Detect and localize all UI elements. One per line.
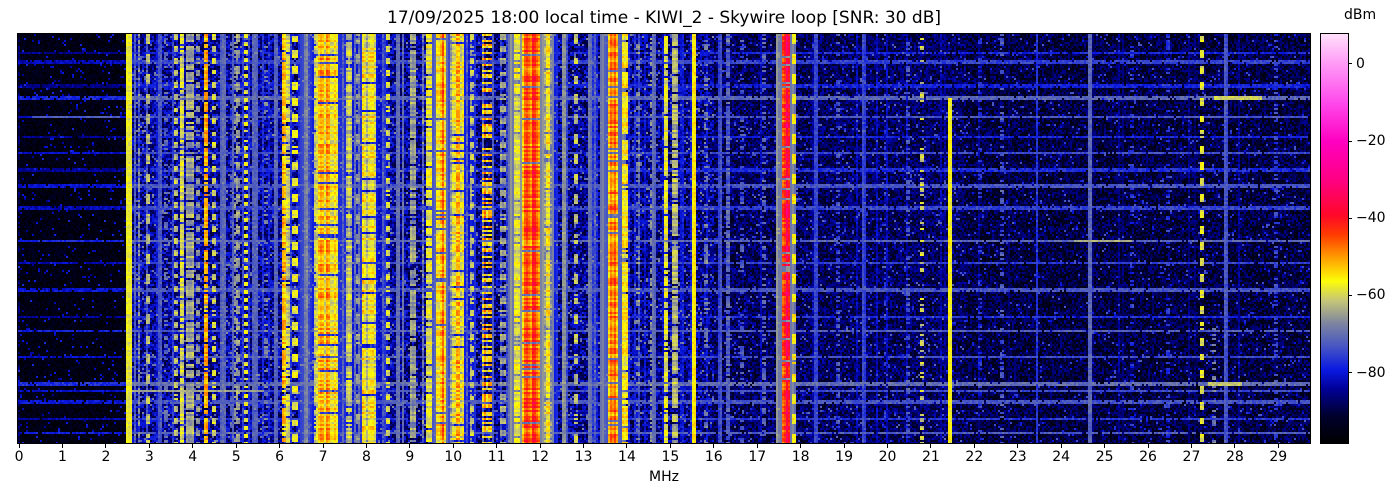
x-tick-mark — [973, 444, 975, 448]
x-tick-label: 19 — [835, 449, 853, 465]
chart-title: 17/09/2025 18:00 local time - KIWI_2 - S… — [387, 8, 941, 28]
x-tick-mark — [496, 444, 498, 448]
x-tick-mark — [148, 444, 150, 448]
x-tick-label: 12 — [531, 449, 550, 465]
x-tick-mark — [669, 444, 671, 448]
x-tick-mark — [1147, 444, 1149, 448]
x-tick-label: 3 — [144, 449, 154, 465]
x-tick-mark — [1060, 444, 1062, 448]
x-tick-mark — [192, 444, 194, 448]
x-tick-label: 15 — [661, 449, 680, 465]
x-tick-label: 17 — [748, 449, 767, 465]
colorbar-gradient — [1321, 34, 1348, 443]
x-tick-label: 11 — [487, 449, 506, 465]
spectrogram-canvas — [18, 34, 1310, 443]
colorbar-tick-mark — [1348, 294, 1352, 296]
x-tick-mark — [1017, 444, 1019, 448]
x-tick-mark — [1234, 444, 1236, 448]
x-tick-label: 18 — [791, 449, 810, 465]
x-tick-mark — [800, 444, 802, 448]
x-tick-mark — [409, 444, 411, 448]
x-tick-mark — [18, 444, 20, 448]
x-axis-label: MHz — [649, 469, 679, 485]
x-tick-mark — [713, 444, 715, 448]
x-tick-label: 1 — [58, 449, 67, 465]
colorbar-tick-mark — [1348, 217, 1352, 219]
x-tick-label: 24 — [1052, 449, 1071, 465]
x-tick-label: 16 — [704, 449, 723, 465]
x-tick-mark — [930, 444, 932, 448]
x-tick-mark — [1190, 444, 1192, 448]
x-tick-label: 23 — [1008, 449, 1027, 465]
x-tick-label: 13 — [574, 449, 593, 465]
spectrogram-figure: 17/09/2025 18:00 local time - KIWI_2 - S… — [0, 0, 1400, 500]
x-tick-mark — [887, 444, 888, 448]
x-tick-label: 28 — [1225, 449, 1244, 465]
x-tick-label: 26 — [1139, 449, 1157, 465]
x-tick-mark — [452, 444, 454, 448]
x-tick-label: 7 — [318, 449, 328, 465]
x-tick-label: 27 — [1182, 449, 1201, 465]
colorbar-tick-label: −60 — [1356, 287, 1386, 304]
colorbar-tick-label: −80 — [1356, 364, 1386, 381]
x-tick-label: 8 — [361, 449, 371, 465]
colorbar-tick-mark — [1348, 372, 1352, 374]
x-tick-mark — [1277, 444, 1279, 448]
x-tick-label: 22 — [965, 449, 984, 465]
colorbar-tick-label: −20 — [1356, 133, 1386, 150]
x-tick-label: 21 — [922, 449, 940, 465]
x-tick-label: 2 — [101, 449, 111, 465]
x-tick-label: 0 — [14, 449, 24, 465]
x-tick-label: 14 — [618, 449, 636, 465]
x-tick-label: 4 — [188, 449, 198, 465]
x-tick-mark — [105, 444, 107, 448]
x-tick-label: 9 — [405, 449, 415, 465]
x-tick-mark — [279, 444, 281, 448]
x-tick-label: 25 — [1095, 449, 1114, 465]
colorbar-tick-label: 0 — [1356, 55, 1365, 72]
x-tick-mark — [843, 444, 845, 448]
colorbar-unit-label: dBm — [1344, 7, 1377, 23]
spectrogram-plot — [17, 33, 1311, 444]
x-tick-label: 10 — [444, 449, 463, 465]
colorbar-tick-mark — [1348, 140, 1352, 142]
x-tick-mark — [1104, 444, 1106, 448]
x-tick-mark — [365, 444, 367, 448]
x-tick-mark — [539, 444, 541, 448]
x-tick-label: 5 — [231, 449, 241, 465]
x-tick-label: 29 — [1269, 449, 1288, 465]
x-tick-mark — [235, 444, 237, 448]
x-tick-mark — [322, 444, 324, 448]
x-tick-mark — [62, 444, 63, 448]
x-tick-label: 6 — [275, 449, 285, 465]
x-tick-mark — [756, 444, 758, 448]
colorbar-tick-label: −40 — [1356, 210, 1386, 227]
colorbar — [1320, 33, 1349, 444]
x-tick-label: 20 — [878, 449, 897, 465]
x-tick-mark — [626, 444, 628, 448]
colorbar-tick-mark — [1348, 63, 1352, 65]
x-tick-mark — [583, 444, 585, 448]
